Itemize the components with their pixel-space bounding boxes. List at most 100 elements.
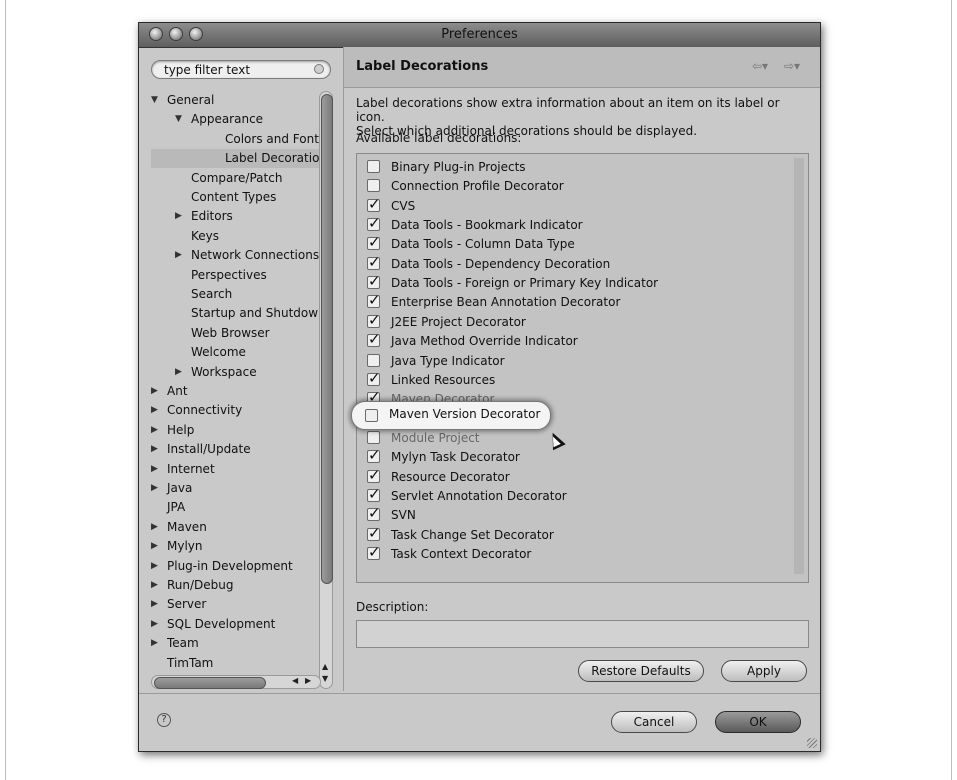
tree-item[interactable]: ▶ Java (151, 479, 319, 498)
decorations-list: Binary Plug-in Projects Connection Profil… (356, 153, 809, 583)
tree-item[interactable]: Colors and Fonts (151, 130, 325, 149)
apply-button[interactable]: Apply (721, 660, 807, 682)
scroll-right-arrow-icon[interactable]: ▶ (305, 676, 311, 685)
tree-item[interactable]: Content Types (151, 188, 319, 207)
checked-checkbox[interactable] (367, 272, 381, 291)
checked-checkbox[interactable] (367, 311, 381, 330)
checked-checkbox[interactable] (367, 330, 381, 349)
checked-checkbox[interactable] (367, 543, 381, 562)
collapsed-arrow-icon[interactable]: ▶ (151, 518, 158, 537)
list-scrollbar[interactable] (794, 158, 804, 574)
tree-item-label: Mylyn (167, 539, 203, 554)
collapsed-arrow-icon[interactable]: ▶ (151, 382, 158, 401)
tree-item[interactable]: Compare/Patch (151, 169, 319, 188)
back-arrow-icon[interactable]: ⇦▾ (752, 59, 768, 73)
tree-item[interactable]: ▶ Mylyn (151, 537, 319, 556)
unchecked-checkbox[interactable] (367, 179, 380, 193)
tree-item[interactable]: ▶ Internet (151, 460, 319, 479)
help-icon[interactable]: ? (157, 713, 171, 727)
collapsed-arrow-icon[interactable]: ▶ (175, 246, 182, 265)
page-title: Label Decorations (356, 59, 489, 74)
collapsed-arrow-icon[interactable]: ▶ (175, 363, 182, 382)
checked-checkbox[interactable] (367, 446, 381, 465)
tree-item[interactable]: ▶ Editors (151, 207, 319, 226)
checked-checkbox[interactable] (367, 485, 381, 504)
tree-item[interactable]: ▶ Workspace (151, 363, 319, 382)
collapsed-arrow-icon[interactable]: ▶ (151, 479, 158, 498)
tree-item[interactable]: ▶ Maven (151, 518, 319, 537)
tree-item[interactable]: ▶ Help (151, 421, 319, 440)
tree-item[interactable]: Keys (151, 227, 319, 246)
cancel-button[interactable]: Cancel (611, 711, 697, 733)
tree-item-label: Label Decorations (225, 151, 334, 166)
tree-item[interactable]: JPA (151, 498, 319, 517)
tree-scroll-thumb[interactable] (321, 94, 333, 584)
unchecked-checkbox[interactable] (367, 353, 380, 367)
collapsed-arrow-icon[interactable]: ▶ (151, 401, 158, 420)
collapsed-arrow-icon[interactable]: ▶ (151, 576, 158, 595)
tree-item[interactable]: ▼ Appearance (151, 110, 319, 129)
collapsed-arrow-icon[interactable]: ▶ (151, 595, 158, 614)
title-bar[interactable]: Preferences (139, 23, 820, 48)
tree-hscroll-thumb[interactable] (154, 677, 266, 689)
maven-version-decorator-checkbox[interactable] (365, 409, 378, 422)
forward-arrow-icon[interactable]: ⇨▾ (784, 59, 800, 73)
decoration-label: Module Project (391, 430, 480, 445)
checked-checkbox[interactable] (367, 214, 381, 233)
collapsed-arrow-icon[interactable]: ▶ (151, 634, 158, 653)
tree-item-label: Java (167, 481, 193, 495)
checked-checkbox[interactable] (367, 195, 381, 214)
resize-grip-icon[interactable] (807, 738, 817, 748)
tree-item[interactable]: ▶ Ant (151, 382, 319, 401)
checked-checkbox[interactable] (367, 233, 381, 252)
checked-checkbox[interactable] (367, 504, 381, 523)
tree-item[interactable]: Search (151, 285, 319, 304)
tree-item[interactable]: ▶ Network Connections (151, 246, 319, 265)
tree-item[interactable]: ▶ Server (151, 595, 319, 614)
unchecked-checkbox[interactable] (367, 430, 380, 444)
tree-item[interactable]: ▶ Plug-in Development (151, 557, 319, 576)
collapsed-arrow-icon[interactable]: ▶ (151, 557, 158, 576)
tree-item[interactable]: Welcome (151, 343, 319, 362)
scroll-left-arrow-icon[interactable]: ◀ (292, 676, 298, 685)
decoration-label: Connection Profile Decorator (391, 179, 564, 194)
collapsed-arrow-icon[interactable]: ▶ (151, 440, 158, 459)
checked-checkbox[interactable] (367, 291, 381, 310)
tree-vertical-scrollbar[interactable]: ▲ ▼ (319, 91, 333, 689)
tree-item[interactable]: ▶ Team (151, 634, 319, 653)
expanded-arrow-icon[interactable]: ▼ (151, 91, 158, 110)
collapsed-arrow-icon[interactable]: ▶ (151, 460, 158, 479)
tree-item[interactable]: ▶ SQL Development (151, 615, 319, 634)
collapsed-arrow-icon[interactable]: ▶ (175, 207, 182, 226)
checked-checkbox[interactable] (367, 369, 381, 388)
pane-divider[interactable] (343, 47, 344, 691)
tree-item-label: Run/Debug (167, 578, 234, 592)
clear-search-icon[interactable] (314, 64, 324, 74)
tree-item[interactable]: Perspectives (151, 266, 319, 285)
filter-search-field[interactable]: type filter text (151, 60, 331, 79)
checked-checkbox[interactable] (367, 524, 381, 543)
expanded-arrow-icon[interactable]: ▼ (175, 110, 182, 129)
collapsed-arrow-icon[interactable]: ▶ (151, 615, 158, 634)
checked-checkbox[interactable] (367, 253, 381, 272)
tree-item[interactable]: Startup and Shutdown (151, 304, 326, 323)
collapsed-arrow-icon[interactable]: ▶ (151, 421, 158, 440)
tree-item[interactable]: Label Decorations (151, 149, 333, 169)
tree-horizontal-scrollbar[interactable]: ◀ ▶ (151, 675, 321, 689)
tree-item-label: Colors and Fonts (225, 131, 326, 146)
tree-item[interactable]: ▶ Run/Debug (151, 576, 319, 595)
checked-checkbox[interactable] (367, 466, 381, 485)
unchecked-checkbox[interactable] (367, 160, 380, 173)
restore-defaults-button[interactable]: Restore Defaults (578, 660, 704, 682)
tree-item[interactable]: Web Browser (151, 324, 319, 343)
highlighted-decoration-item[interactable]: Maven Version Decorator (351, 401, 551, 430)
tree-item[interactable]: ▶ Install/Update (151, 440, 319, 459)
ok-button[interactable]: OK (715, 711, 801, 733)
tree-item[interactable]: ▼ General (151, 91, 319, 110)
tree-item[interactable]: TimTam (151, 654, 319, 673)
tree-item[interactable]: ▶ Connectivity (151, 401, 319, 420)
tree-item-label: SQL Development (167, 616, 276, 631)
scroll-up-arrow-icon[interactable]: ▲ (322, 662, 328, 671)
scroll-down-arrow-icon[interactable]: ▼ (322, 674, 328, 683)
collapsed-arrow-icon[interactable]: ▶ (151, 537, 158, 556)
